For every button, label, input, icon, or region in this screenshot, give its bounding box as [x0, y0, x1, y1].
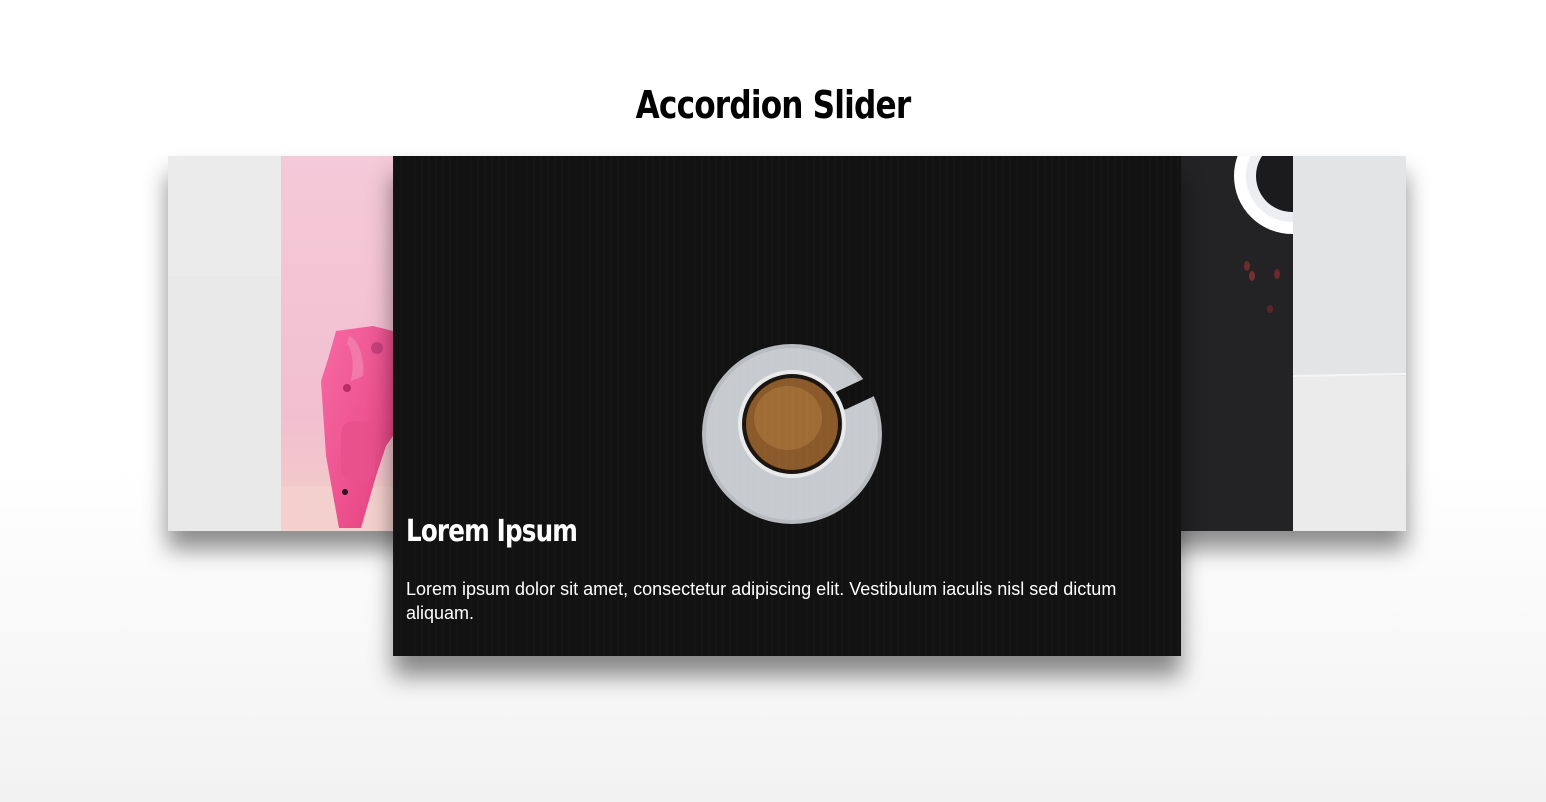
- slide-1[interactable]: [168, 156, 281, 531]
- dark-table-coffee-beans-image: [1180, 156, 1293, 531]
- slide-description: Lorem ipsum dolor sit amet, consectetur …: [406, 579, 1117, 623]
- page-title: Accordion Slider: [635, 83, 912, 127]
- slide-1-image: [168, 156, 281, 531]
- pink-toy-pistol-image: [281, 156, 393, 531]
- slide-5[interactable]: [1293, 156, 1406, 531]
- slide-heading: Lorem Ipsum: [406, 514, 578, 549]
- slide-2[interactable]: [281, 156, 393, 531]
- slide-3-active[interactable]: Lorem Ipsum Lorem ipsum dolor sit amet, …: [393, 156, 1181, 656]
- white-interior-image: [1293, 156, 1406, 531]
- slide-4[interactable]: [1180, 156, 1293, 531]
